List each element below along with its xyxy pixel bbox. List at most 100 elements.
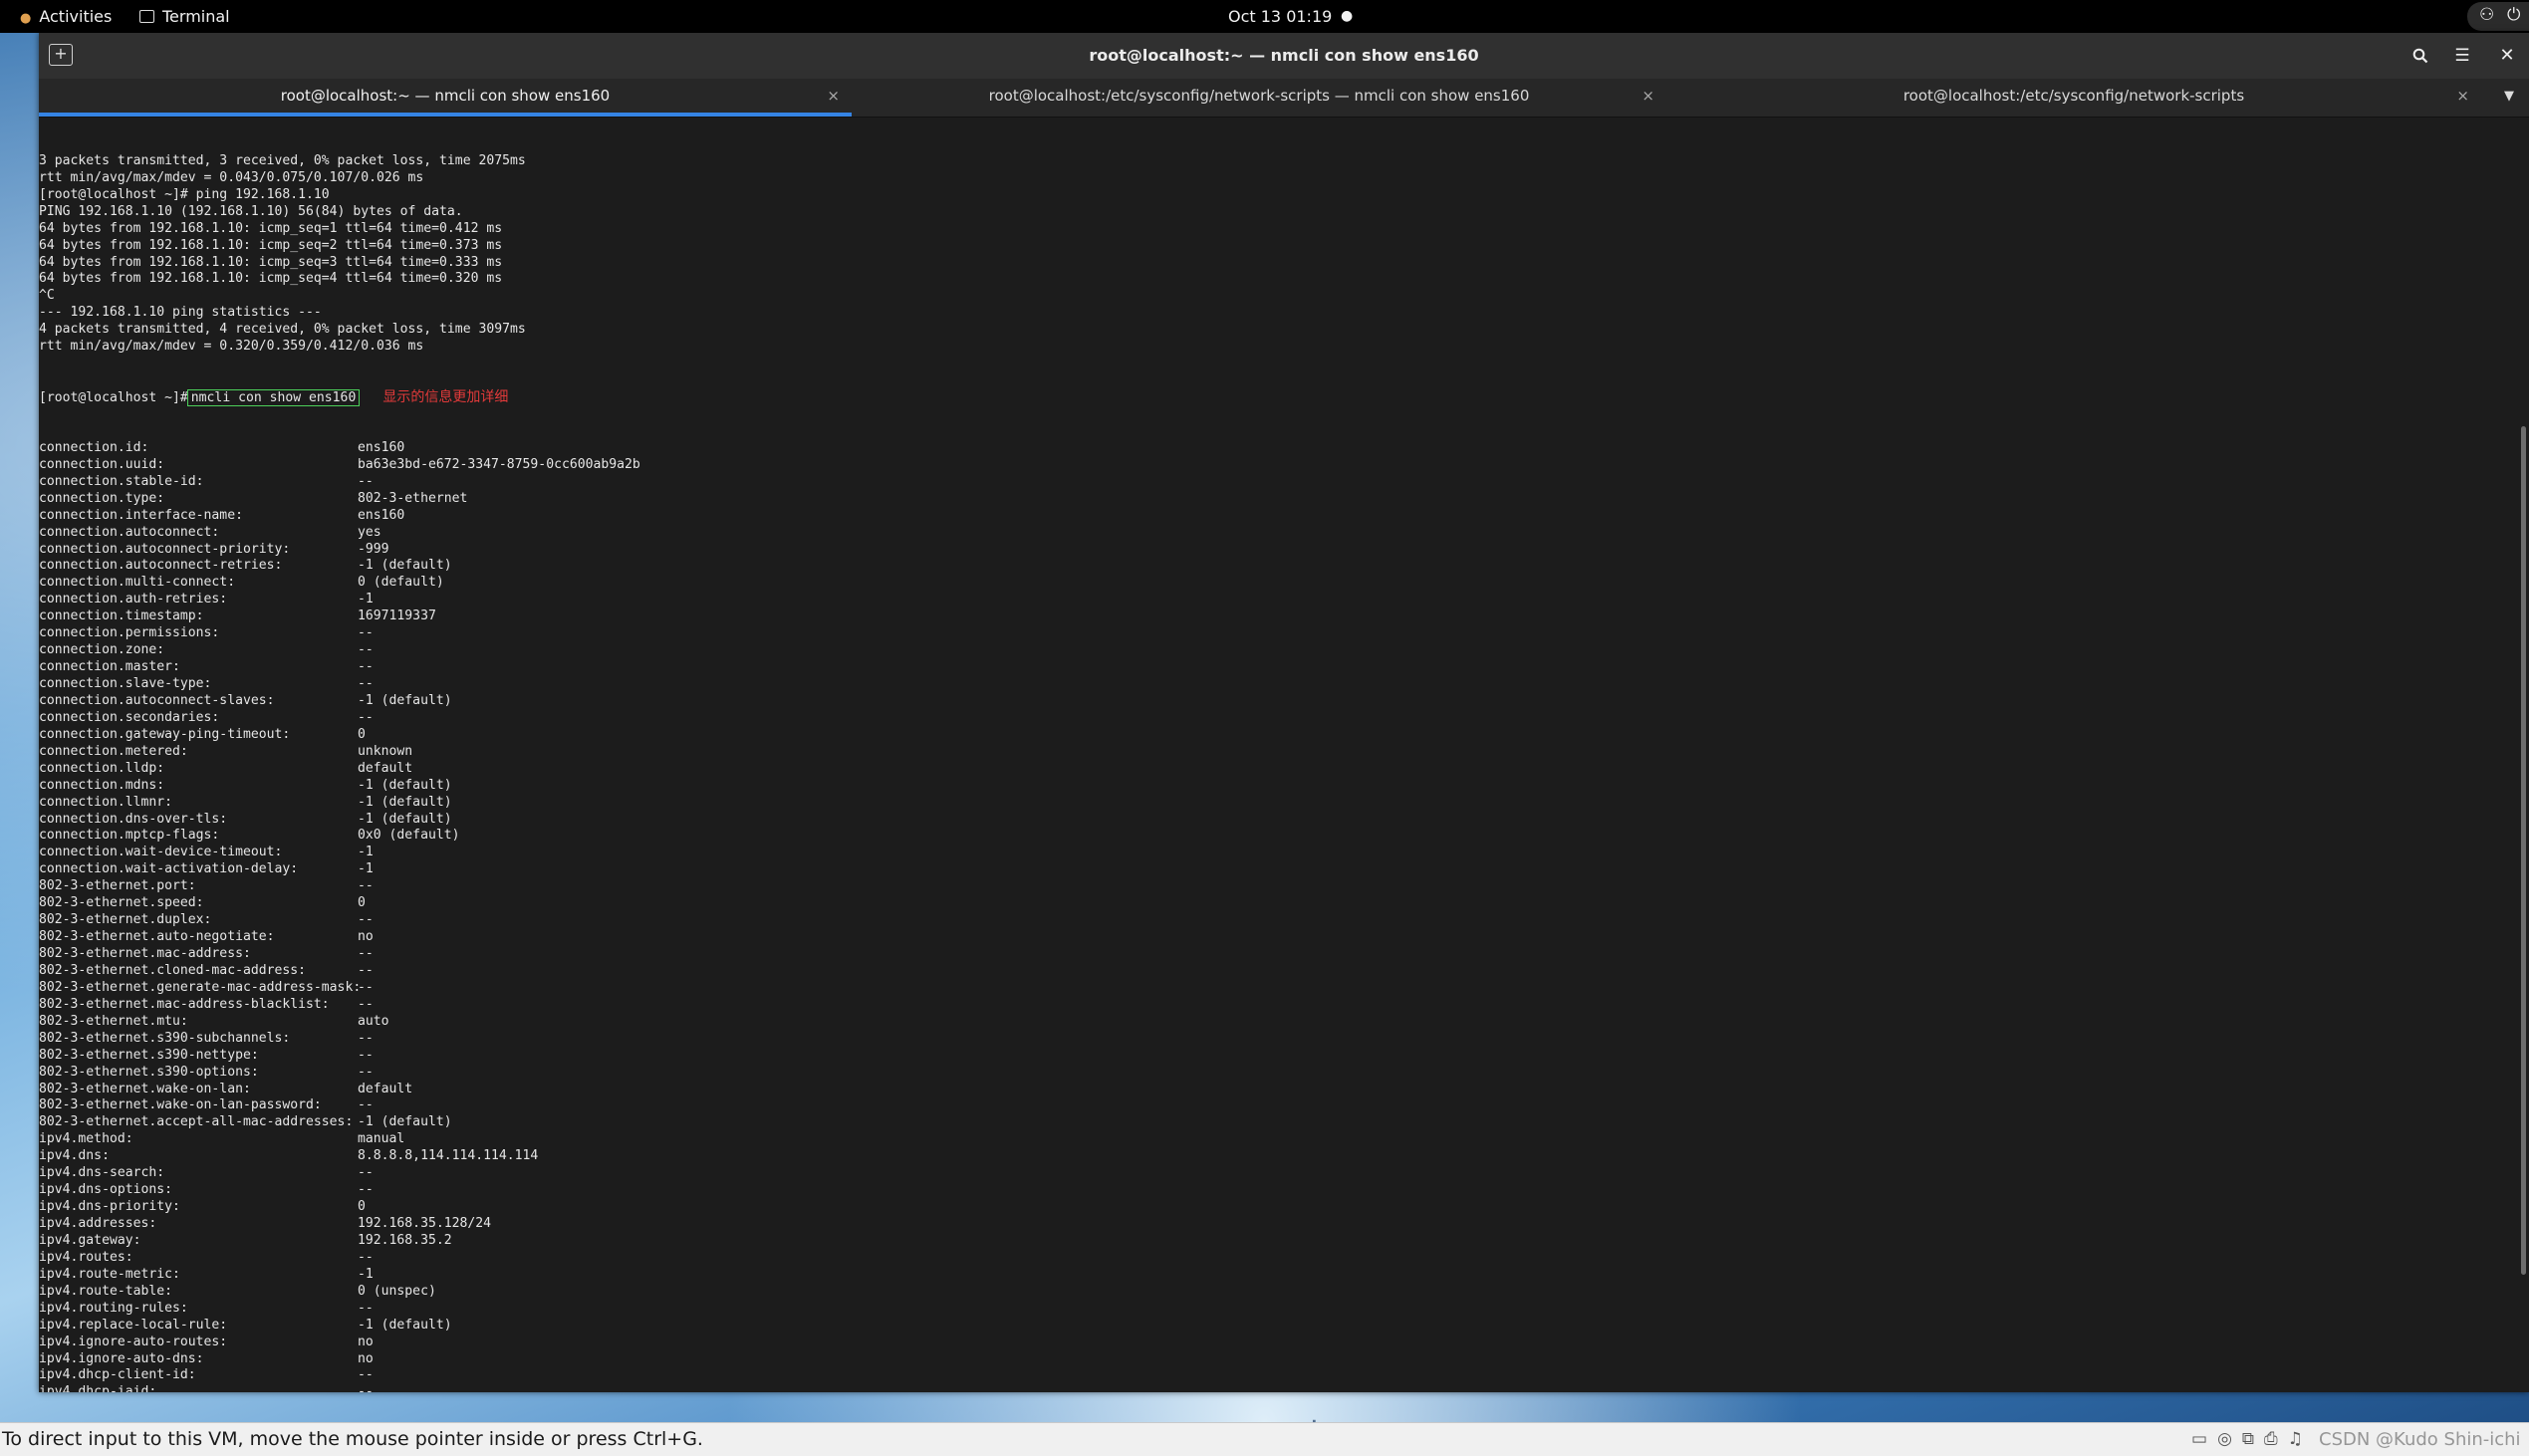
property-row: connection.autoconnect: yes	[39, 525, 640, 542]
property-key: ipv4.dns-priority:	[39, 1199, 180, 1215]
property-value: -1	[358, 1266, 374, 1282]
terminal-output[interactable]: 3 packets transmitted, 3 received, 0% pa…	[39, 118, 2529, 1392]
cdrom-icon[interactable]: ◎	[2217, 1429, 2242, 1449]
terminal-text: 3 packets transmitted, 3 received, 0% pa…	[39, 120, 640, 1392]
property-row: 802-3-ethernet.cloned-mac-address: --	[39, 963, 640, 980]
hard-disk-icon[interactable]: ▭	[2191, 1429, 2217, 1449]
property-row: ipv4.dns-priority: 0	[39, 1199, 640, 1216]
ping-output: 3 packets transmitted, 3 received, 0% pa…	[39, 153, 640, 356]
annotation-note: 显示的信息更加详细	[382, 389, 509, 406]
property-row: connection.dns-over-tls: -1 (default)	[39, 812, 640, 829]
chevron-down-icon: ▼	[2504, 89, 2514, 104]
property-key: 802-3-ethernet.s390-subchannels:	[39, 1030, 291, 1046]
csdn-watermark: CSDN @Kudo Shin-ichi	[2319, 1429, 2521, 1450]
close-icon: ✕	[2499, 45, 2515, 66]
property-row: connection.mptcp-flags: 0x0 (default)	[39, 828, 640, 845]
property-key: 802-3-ethernet.s390-options:	[39, 1064, 259, 1080]
activities-button[interactable]: ● Activities	[20, 0, 112, 33]
property-row: ipv4.routing-rules: --	[39, 1301, 640, 1318]
property-value: 802-3-ethernet	[358, 490, 468, 506]
close-tab-icon[interactable]: ×	[2456, 79, 2469, 113]
property-row: ipv4.dns: 8.8.8.8,114.114.114.114	[39, 1148, 640, 1165]
tab-label: root@localhost:/etc/sysconfig/network-sc…	[988, 87, 1530, 105]
property-value: --	[358, 625, 374, 641]
close-tab-icon[interactable]: ×	[1642, 79, 1654, 113]
property-row: 802-3-ethernet.s390-nettype: --	[39, 1048, 640, 1065]
property-row: 802-3-ethernet.mtu: auto	[39, 1014, 640, 1031]
property-value: unknown	[358, 743, 413, 759]
property-key: connection.secondaries:	[39, 709, 220, 725]
property-value: --	[358, 1064, 374, 1080]
system-tray[interactable]: ⚇ ⏻	[2467, 2, 2529, 31]
property-row: connection.mdns: -1 (default)	[39, 778, 640, 795]
property-value: ba63e3bd-e672-3347-8759-0cc600ab9a2b	[358, 456, 640, 472]
property-key: ipv4.dhcp-client-id:	[39, 1367, 196, 1383]
property-value: --	[358, 1182, 374, 1198]
property-value: 8.8.8.8,114.114.114.114	[358, 1148, 539, 1164]
property-row: ipv4.ignore-auto-routes: no	[39, 1335, 640, 1351]
tab-overflow-button[interactable]: ▼	[2499, 87, 2519, 107]
property-value: --	[358, 659, 374, 675]
terminal-line: 64 bytes from 192.168.1.10: icmp_seq=4 t…	[39, 271, 503, 287]
property-row: ipv4.method: manual	[39, 1131, 640, 1148]
terminal-line: rtt min/avg/max/mdev = 0.320/0.359/0.412…	[39, 339, 424, 355]
property-value: default	[358, 760, 413, 776]
property-key: ipv4.dns-search:	[39, 1165, 165, 1181]
tab-network-scripts[interactable]: root@localhost:/etc/sysconfig/network-sc…	[1666, 79, 2481, 117]
close-tab-icon[interactable]: ×	[827, 79, 840, 113]
property-key: 802-3-ethernet.s390-nettype:	[39, 1047, 259, 1063]
property-value: --	[358, 1367, 374, 1383]
property-row: connection.id: ens160	[39, 440, 640, 457]
property-row: 802-3-ethernet.duplex: --	[39, 912, 640, 929]
property-row: 802-3-ethernet.s390-options: --	[39, 1065, 640, 1082]
search-button[interactable]	[2408, 44, 2432, 68]
property-value: --	[358, 878, 374, 894]
property-row: connection.auth-retries: -1	[39, 592, 640, 608]
property-value: -1	[358, 861, 374, 877]
property-value: ens160	[358, 439, 405, 455]
property-key: 802-3-ethernet.auto-negotiate:	[39, 929, 275, 945]
property-key: connection.uuid:	[39, 456, 165, 472]
property-value: ens160	[358, 507, 405, 523]
vm-device-icons[interactable]: ▭◎⧉⎙♫	[2191, 1429, 2313, 1449]
property-key: connection.wait-device-timeout:	[39, 845, 283, 860]
property-key: connection.gateway-ping-timeout:	[39, 726, 291, 742]
property-value: no	[358, 1350, 374, 1366]
tab-home-nmcli[interactable]: root@localhost:~ — nmcli con show ens160…	[39, 79, 852, 117]
main-menu-button[interactable]: ☰	[2450, 44, 2474, 68]
tab-bar: root@localhost:~ — nmcli con show ens160…	[39, 79, 2529, 118]
property-key: ipv4.gateway:	[39, 1232, 141, 1248]
property-row: connection.lldp: default	[39, 761, 640, 778]
property-key: connection.timestamp:	[39, 608, 204, 624]
window-close-button[interactable]: ✕	[2495, 44, 2519, 68]
property-row: ipv4.gateway: 192.168.35.2	[39, 1233, 640, 1250]
property-row: connection.autoconnect-slaves: -1 (defaul…	[39, 693, 640, 710]
tab-label: root@localhost:~ — nmcli con show ens160	[280, 87, 611, 105]
app-menu-button[interactable]: Terminal	[139, 0, 230, 33]
property-key: 802-3-ethernet.speed:	[39, 895, 204, 911]
notification-indicator: ●	[1341, 8, 1354, 24]
tab-label: root@localhost:/etc/sysconfig/network-sc…	[1902, 87, 2245, 105]
clock-button[interactable]: Oct 13 01:19	[1228, 0, 1332, 33]
terminal-window: + root@localhost:~ — nmcli con show ens1…	[39, 33, 2529, 1392]
terminal-line: 3 packets transmitted, 3 received, 0% pa…	[39, 152, 526, 168]
property-value: --	[358, 1300, 374, 1316]
network-adapter-icon[interactable]: ⧉	[2242, 1429, 2264, 1449]
terminal-line: --- 192.168.1.10 ping statistics ---	[39, 305, 322, 321]
property-value: default	[358, 1081, 413, 1096]
property-key: connection.interface-name:	[39, 507, 243, 523]
terminal-line: 64 bytes from 192.168.1.10: icmp_seq=1 t…	[39, 220, 503, 236]
terminal-scrollbar[interactable]	[2521, 426, 2526, 1275]
header-bar: + root@localhost:~ — nmcli con show ens1…	[39, 33, 2529, 79]
property-value: --	[358, 642, 374, 658]
tab-network-scripts-nmcli[interactable]: root@localhost:/etc/sysconfig/network-sc…	[852, 79, 1666, 117]
property-key: connection.slave-type:	[39, 676, 212, 692]
property-row: 802-3-ethernet.mac-address: --	[39, 946, 640, 963]
search-icon	[2412, 48, 2428, 64]
property-key: connection.metered:	[39, 743, 188, 759]
printer-icon[interactable]: ⎙	[2264, 1429, 2288, 1449]
property-key: ipv4.route-table:	[39, 1283, 173, 1299]
property-key: ipv4.method:	[39, 1131, 133, 1147]
property-row: connection.timestamp: 1697119337	[39, 608, 640, 625]
sound-icon[interactable]: ♫	[2288, 1429, 2313, 1449]
